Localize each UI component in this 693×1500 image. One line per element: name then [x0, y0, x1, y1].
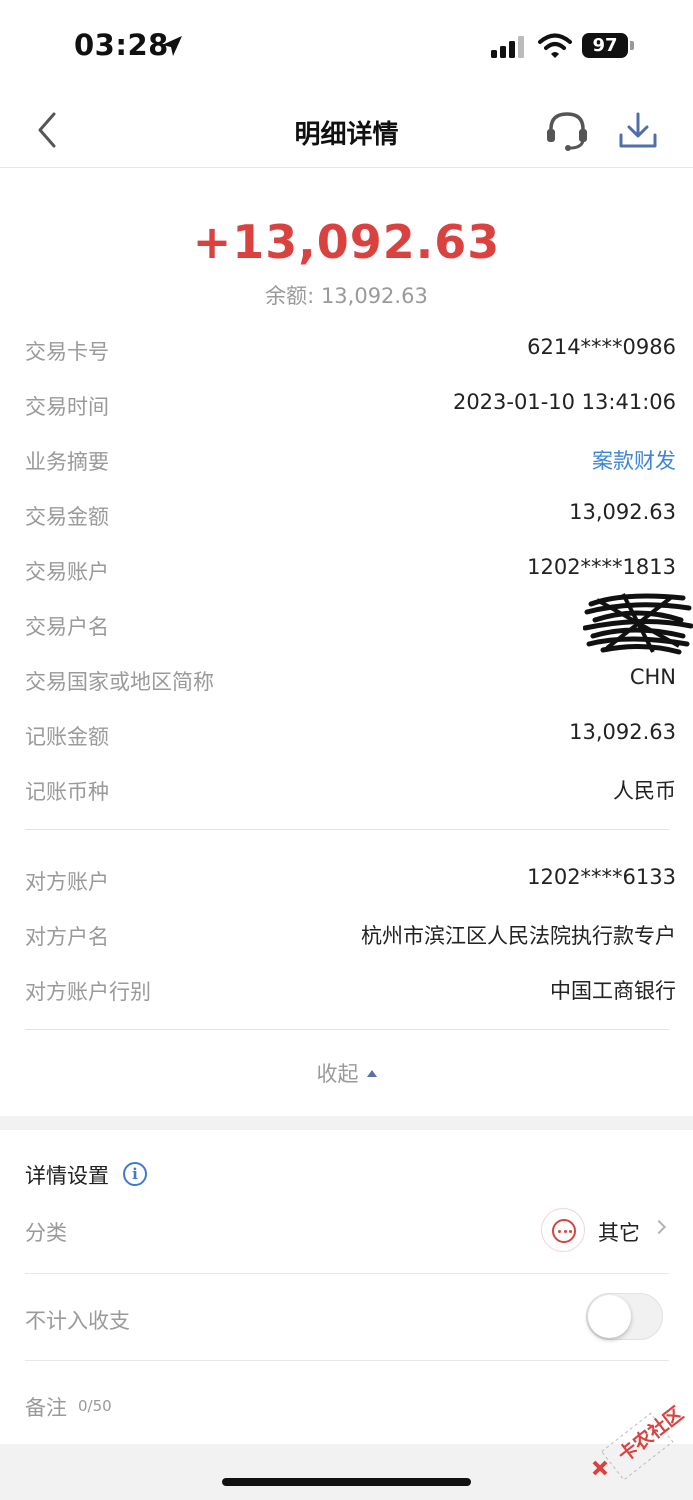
detail-row: 记账币种 人民币	[0, 762, 693, 817]
section-gap	[0, 1116, 693, 1130]
detail-label: 对方账户行别	[25, 980, 151, 1004]
battery-tip	[630, 41, 634, 50]
home-indicator[interactable]	[222, 1478, 471, 1486]
collapse-toggle[interactable]: 收起	[0, 1058, 693, 1088]
balance-value: 13,092.63	[320, 284, 428, 308]
exclude-label: 不计入收支	[25, 1309, 130, 1333]
detail-value: 人民币	[613, 779, 676, 803]
exclude-income-expense-row: 不计入收支	[0, 1275, 693, 1361]
balance-label: 余额:	[265, 284, 315, 308]
more-dots-icon	[541, 1208, 585, 1252]
note-label: 备注	[25, 1396, 67, 1420]
row-divider	[25, 1360, 669, 1361]
nav-bar: 明细详情	[0, 92, 693, 168]
section-divider	[25, 1029, 669, 1030]
detail-value: CHN	[629, 665, 676, 689]
detail-value: 1202****1813	[527, 555, 676, 579]
status-time: 03:28	[74, 28, 169, 62]
detail-label: 交易国家或地区简称	[25, 670, 214, 694]
detail-label: 交易账户	[25, 560, 109, 584]
info-icon[interactable]: i	[123, 1162, 147, 1186]
detail-value: 6214****0986	[527, 335, 676, 359]
detail-value: 13,092.63	[569, 500, 676, 524]
toggle-knob	[588, 1295, 631, 1338]
detail-label: 记账币种	[25, 780, 109, 804]
detail-list: 交易卡号 6214****0986 交易时间 2023-01-10 13:41:…	[0, 322, 693, 1030]
location-arrow-icon	[162, 36, 182, 56]
caret-up-icon	[366, 1069, 377, 1077]
wifi-icon	[538, 33, 572, 58]
download-icon[interactable]	[617, 110, 659, 152]
status-bar: 03:28 97	[0, 0, 693, 92]
note-char-count: 0/50	[78, 1397, 112, 1415]
detail-label: 交易时间	[25, 395, 109, 419]
detail-value: 2023-01-10 13:41:06	[452, 390, 676, 414]
row-divider	[25, 1273, 669, 1274]
detail-row: 记账金额 13,092.63	[0, 707, 693, 762]
detail-row: 交易金额 13,092.63	[0, 487, 693, 542]
balance-line: 余额: 13,092.63	[0, 280, 693, 310]
detail-value: 中国工商银行	[550, 979, 676, 1003]
collapse-label: 收起	[316, 1062, 359, 1086]
detail-label: 对方账户	[25, 870, 109, 894]
detail-row: 交易时间 2023-01-10 13:41:06	[0, 377, 693, 432]
detail-row: 交易国家或地区简称 CHN	[0, 652, 693, 707]
detail-value: 13,092.63	[569, 720, 676, 744]
detail-row: 业务摘要 案款财发	[0, 432, 693, 487]
category-value: 其它	[598, 1221, 640, 1245]
detail-label: 交易金额	[25, 505, 109, 529]
settings-title: 详情设置	[25, 1164, 109, 1188]
exclude-toggle[interactable]	[586, 1293, 663, 1340]
detail-label: 对方户名	[25, 925, 109, 949]
detail-value: 杭州市滨江区人民法院执行款专户	[361, 924, 676, 948]
detail-label: 记账金额	[25, 725, 109, 749]
category-row[interactable]: 分类 其它	[0, 1190, 693, 1276]
detail-label: 交易户名	[25, 615, 109, 639]
detail-value: 1202****6133	[527, 865, 676, 889]
counterparty-row: 对方户名 杭州市滨江区人民法院执行款专户	[0, 907, 693, 962]
transaction-amount: +13,092.63	[192, 215, 501, 269]
customer-service-icon[interactable]	[544, 110, 590, 152]
detail-label: 交易卡号	[25, 340, 109, 364]
cellular-signal-icon	[491, 36, 524, 58]
redaction-scribble	[583, 593, 693, 655]
battery-indicator: 97	[582, 33, 628, 58]
detail-label: 业务摘要	[25, 450, 109, 474]
chevron-right-icon	[651, 1219, 667, 1235]
category-label: 分类	[25, 1221, 67, 1245]
detail-row: 交易卡号 6214****0986	[0, 322, 693, 377]
detail-row: 交易账户 1202****1813	[0, 542, 693, 597]
counterparty-row: 对方账户 1202****6133	[0, 852, 693, 907]
business-summary-link[interactable]: 案款财发	[592, 445, 676, 475]
counterparty-row: 对方账户行别 中国工商银行	[0, 962, 693, 1017]
